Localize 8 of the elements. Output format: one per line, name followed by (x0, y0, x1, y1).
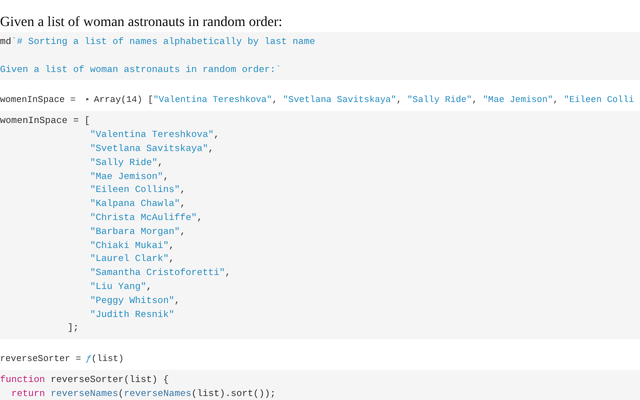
markdown-text: Given a list of woman astronauts in random order: (0, 16, 282, 30)
value-preview: ƒ(list) (86, 353, 124, 366)
code-block[interactable]: function reverseSorter(list) { return reverseNames(reverseNames(list).sort()); (0, 370, 640, 400)
code-block[interactable]: md`# Sorting a list of names alphabetically by last name Given a list of woman astronauts in random order:` (0, 32, 640, 80)
value-preview: Array(14) ["Valentina Tereshkova", "Svetlana Savitskaya", "Sally Ride", "Mae Jemison", "Eileen Colli (94, 94, 634, 108)
code-block[interactable]: womenInSpace = [ "Valentina Tereshkova", "Svetlana Savitskaya", "Sally Ride", "Mae Jemison", "Eileen Collins", "Kalpana Chawla", "Christa McAuliffe", "Barbara Morgan", "Chiaki Mukai", "Laurel Clark", "Samantha Cristoforetti", "Liu Yang", "Peggy Whitson", "Judith Resnik" ]; (0, 111, 640, 340)
variable-name: reverseSorter = (0, 353, 82, 366)
variable-name: womenInSpace = (0, 94, 76, 108)
